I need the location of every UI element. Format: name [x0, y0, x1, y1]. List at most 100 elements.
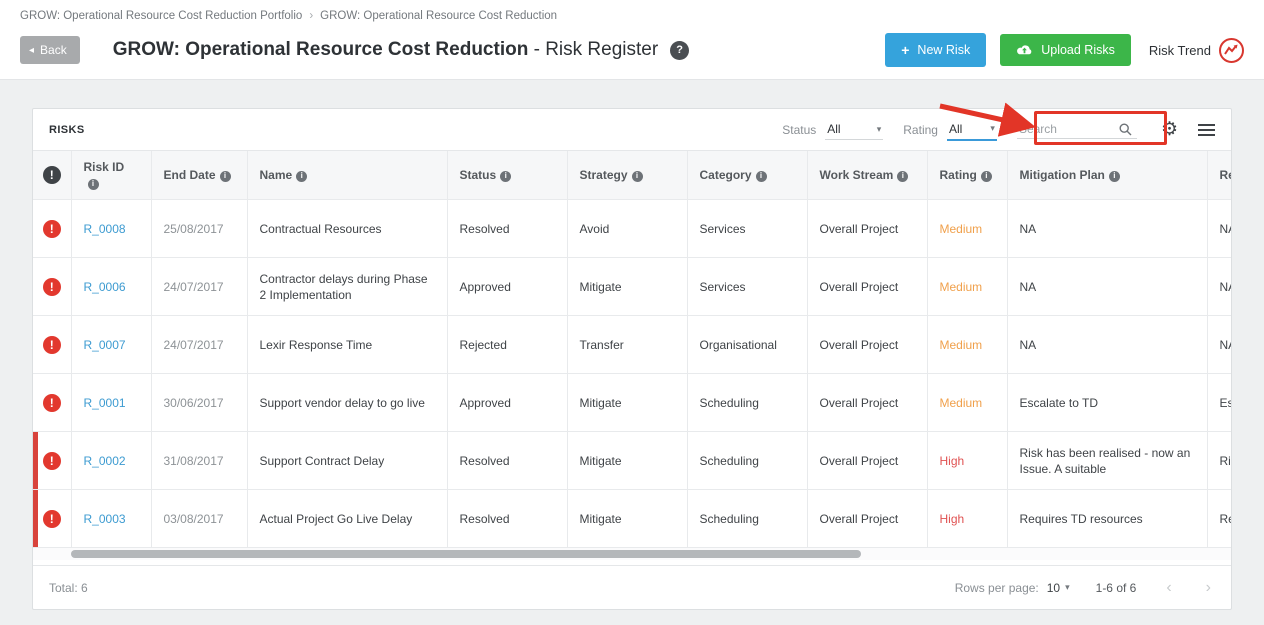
back-arrow-icon: ◂	[29, 44, 35, 56]
name-cell: Contractual Resources	[247, 199, 448, 259]
info-icon[interactable]: i	[87, 179, 99, 191]
category-cell: Scheduling	[687, 431, 808, 491]
table-row[interactable]: ! R_0006 24/07/2017 Contractor delays du…	[33, 257, 1231, 317]
info-icon[interactable]: i	[897, 171, 909, 182]
table-row[interactable]: ! R_0003 03/08/2017 Actual Project Go Li…	[33, 489, 1231, 549]
risk-id-link[interactable]: R_0002	[84, 454, 126, 468]
end-date-cell: 24/07/2017	[151, 315, 248, 375]
chevron-down-icon: ▾	[1065, 582, 1070, 592]
rating-badge: Medium	[939, 337, 983, 352]
previous-page-button[interactable]: ‹	[1162, 579, 1175, 597]
breadcrumb-portfolio-link[interactable]: GROW: Operational Resource Cost Reductio…	[20, 10, 302, 22]
work-stream-cell: Overall Project	[807, 431, 928, 491]
category-cell: Scheduling	[687, 373, 808, 433]
table-row[interactable]: ! R_0007 24/07/2017 Lexir Response Time …	[33, 315, 1231, 375]
column-header-category[interactable]: Category i	[687, 151, 808, 201]
status-cell: Approved	[447, 257, 568, 317]
alert-icon: !	[42, 335, 61, 354]
chevron-down-icon: ▾	[990, 123, 995, 133]
name-cell: Lexir Response Time	[247, 315, 448, 375]
risk-id-link[interactable]: R_0008	[84, 222, 126, 236]
column-header-response[interactable]: Res	[1207, 151, 1231, 201]
info-icon[interactable]: i	[980, 171, 992, 182]
risk-trend-label: Risk Trend	[1148, 42, 1211, 58]
new-risk-button[interactable]: + New Risk	[885, 33, 987, 67]
upload-risks-button[interactable]: Upload Risks	[1000, 34, 1131, 66]
table-header-row: ! Risk IDi End Date i Name i Status i Strat…	[33, 151, 1231, 201]
mitigation-cell: NA	[1007, 257, 1208, 317]
column-header-mitigation-plan[interactable]: Mitigation Plan i	[1007, 151, 1208, 201]
table-row[interactable]: ! R_0008 25/08/2017 Contractual Resource…	[33, 199, 1231, 259]
column-header-status[interactable]: Status i	[447, 151, 568, 201]
column-header-end-date[interactable]: End Date i	[151, 151, 248, 201]
column-header-name[interactable]: Name i	[247, 151, 448, 201]
strategy-cell: Mitigate	[567, 489, 688, 549]
horizontal-scrollbar	[33, 548, 1231, 561]
risk-trend-toggle[interactable]: Risk Trend	[1148, 37, 1244, 63]
response-cell: Req	[1207, 489, 1231, 549]
response-cell: NA	[1207, 199, 1231, 259]
next-page-button[interactable]: ›	[1202, 579, 1215, 597]
panel-title: RISKS	[49, 123, 85, 136]
strategy-cell: Avoid	[567, 199, 688, 259]
rating-badge: High	[939, 511, 965, 526]
alert-icon: !	[42, 219, 61, 238]
work-stream-cell: Overall Project	[807, 199, 928, 259]
back-button[interactable]: ◂ Back	[20, 36, 80, 64]
help-icon[interactable]: ?	[670, 40, 690, 60]
risk-id-link[interactable]: R_0003	[84, 512, 126, 526]
mitigation-cell: Requires TD resources	[1007, 489, 1208, 549]
status-filter: Status All ▾	[782, 119, 884, 140]
risk-id-link[interactable]: R_0006	[84, 280, 126, 294]
search-input[interactable]	[1018, 122, 1119, 136]
rating-badge: Medium	[939, 395, 983, 410]
table-footer: Total: 6 Rows per page: 10 ▾ 1-6 of 6 ‹ …	[33, 565, 1231, 609]
column-header-rating[interactable]: Rating i	[927, 151, 1008, 201]
info-icon[interactable]: i	[631, 171, 643, 182]
category-cell: Services	[687, 257, 808, 317]
status-filter-select[interactable]: All ▾	[825, 119, 884, 140]
rows-per-page-select[interactable]: 10 ▾	[1047, 581, 1070, 595]
mitigation-cell: Escalate to TD	[1007, 373, 1208, 433]
column-header-strategy[interactable]: Strategy i	[567, 151, 688, 201]
rating-badge: Medium	[939, 279, 983, 294]
end-date-cell: 24/07/2017	[151, 257, 248, 317]
info-icon[interactable]: i	[1108, 171, 1120, 182]
info-icon[interactable]: i	[755, 171, 767, 182]
rating-badge: High	[939, 453, 965, 468]
info-icon[interactable]: i	[219, 171, 231, 182]
alert-icon: !	[42, 166, 61, 185]
table-row[interactable]: ! R_0002 31/08/2017 Support Contract Del…	[33, 431, 1231, 491]
risk-trend-icon	[1219, 37, 1244, 63]
info-icon[interactable]: i	[500, 171, 512, 182]
risk-id-link[interactable]: R_0007	[84, 338, 126, 352]
info-icon[interactable]: i	[296, 171, 308, 182]
breadcrumb-project-link[interactable]: GROW: Operational Resource Cost Reductio…	[320, 10, 557, 22]
alert-icon: !	[42, 277, 61, 296]
cloud-upload-icon	[1016, 44, 1033, 57]
category-cell: Services	[687, 199, 808, 259]
rating-filter-select[interactable]: All ▾	[946, 119, 997, 141]
rows-per-page-label: Rows per page:	[954, 580, 1039, 595]
name-cell: Support vendor delay to go live	[247, 373, 448, 433]
name-cell: Support Contract Delay	[247, 431, 448, 491]
rating-badge: Medium	[939, 221, 983, 236]
pagination-range: 1-6 of 6	[1095, 580, 1137, 595]
scrollbar-thumb[interactable]	[71, 550, 861, 559]
alert-icon: !	[42, 451, 61, 470]
status-cell: Rejected	[447, 315, 568, 375]
category-cell: Organisational	[687, 315, 808, 375]
status-cell: Approved	[447, 373, 568, 433]
column-header-risk-id[interactable]: Risk IDi	[71, 151, 152, 201]
work-stream-cell: Overall Project	[807, 373, 928, 433]
column-header-work-stream[interactable]: Work Stream i	[807, 151, 928, 201]
end-date-cell: 25/08/2017	[151, 199, 248, 259]
risks-table: ! Risk IDi End Date i Name i Status i Strat…	[33, 151, 1231, 549]
table-row[interactable]: ! R_0001 30/06/2017 Support vendor delay…	[33, 373, 1231, 433]
response-cell: NA	[1207, 257, 1231, 317]
risk-id-link[interactable]: R_0001	[84, 396, 126, 410]
gear-icon[interactable]: ⚙	[1161, 120, 1178, 139]
status-cell: Resolved	[447, 489, 568, 549]
menu-icon[interactable]	[1198, 121, 1215, 139]
breadcrumb: GROW: Operational Resource Cost Reductio…	[20, 10, 1244, 22]
